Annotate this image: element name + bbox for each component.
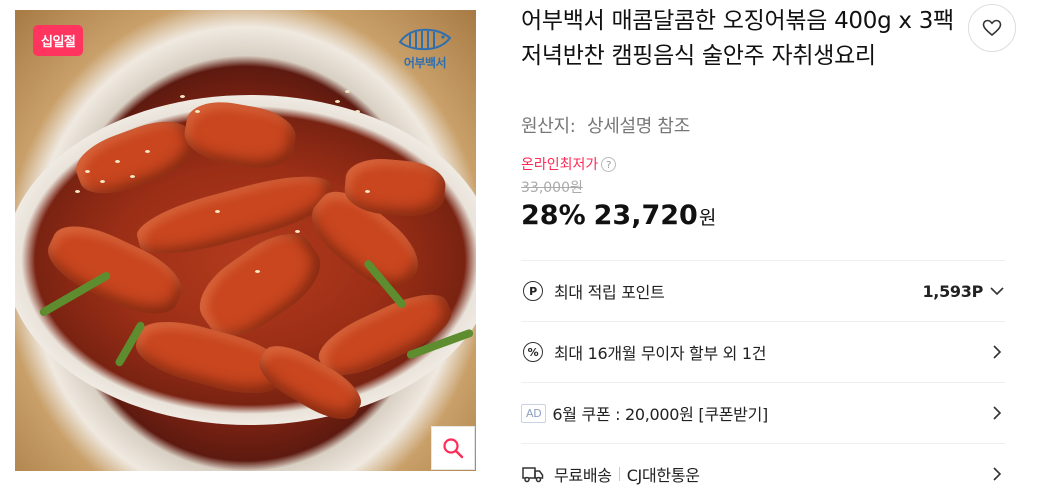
question-icon[interactable]: ? (601, 156, 617, 172)
sesame-seed (75, 190, 80, 193)
point-icon: P (523, 281, 543, 301)
chevron-down-icon (990, 287, 1004, 296)
event-badge: 십일절 (33, 25, 84, 56)
divider (618, 467, 620, 481)
zoom-button[interactable] (431, 426, 475, 470)
sesame-seed (165, 105, 170, 108)
sesame-seed (365, 190, 370, 193)
installment-row[interactable]: % 최대 16개월 무이자 할부 외 1건 (521, 321, 1005, 382)
product-title: 어부백서 매콤달콤한 오징어볶음 400g x 3팩 저녁반찬 캠핑음식 술안주… (521, 8, 954, 69)
truck-icon (522, 467, 544, 483)
heart-icon (982, 19, 1002, 37)
chevron-right-icon (993, 467, 1002, 481)
sesame-seed (100, 180, 105, 183)
points-value: 1,593P (922, 281, 983, 301)
discount-rate: 28% (521, 200, 586, 231)
sesame-seed (345, 90, 350, 93)
coupon-label: 6월 쿠폰 : 20,000원 [쿠폰받기] (552, 405, 768, 424)
sesame-seed (355, 110, 360, 113)
sesame-seed (335, 100, 340, 103)
chevron-right-icon (993, 406, 1002, 420)
points-row[interactable]: P 최대 적립 포인트 1,593P (521, 260, 1005, 321)
origin-label: 원산지: (521, 116, 576, 137)
magnifier-icon (443, 438, 464, 459)
shipping-label: 무료배송 (554, 466, 612, 485)
installment-label: 최대 16개월 무이자 할부 외 1건 (554, 344, 767, 363)
wishlist-button[interactable] (968, 4, 1016, 52)
sesame-seed (215, 210, 220, 213)
lowest-price-label: 온라인최저가 ? (521, 154, 617, 174)
origin-value: 상세설명 참조 (586, 116, 690, 137)
sesame-seed (115, 160, 120, 163)
sesame-seed (195, 110, 200, 113)
origin-info: 원산지: 상세설명 참조 (521, 112, 690, 138)
brand-logo: 어부백서 (392, 24, 458, 71)
chevron-right-icon (993, 345, 1002, 359)
original-price: 33,000원 (521, 180, 583, 196)
sesame-seed (255, 270, 260, 273)
sale-price: 23,720 (593, 200, 698, 231)
points-label: 최대 적립 포인트 (554, 283, 665, 302)
currency-unit: 원 (698, 207, 717, 229)
percent-icon: % (523, 342, 543, 362)
coupon-row[interactable]: AD 6월 쿠폰 : 20,000원 [쿠폰받기] (521, 382, 1005, 443)
product-image[interactable]: 십일절 어부백서 (15, 10, 476, 471)
shipping-row[interactable]: 무료배송 CJ대한통운 (521, 443, 1005, 504)
lowest-price-text: 온라인최저가 (521, 157, 599, 173)
ad-badge: AD (521, 403, 547, 423)
fish-logo-icon (398, 28, 452, 51)
price-row: 28% 23,720 원 (521, 200, 716, 231)
sesame-seed (295, 230, 300, 233)
sesame-seed (130, 175, 135, 178)
sesame-seed (145, 150, 150, 153)
sesame-seed (85, 170, 90, 173)
brand-logo-text: 어부백서 (403, 56, 447, 70)
carrier-name: CJ대한통운 (626, 466, 700, 485)
sesame-seed (180, 95, 185, 98)
